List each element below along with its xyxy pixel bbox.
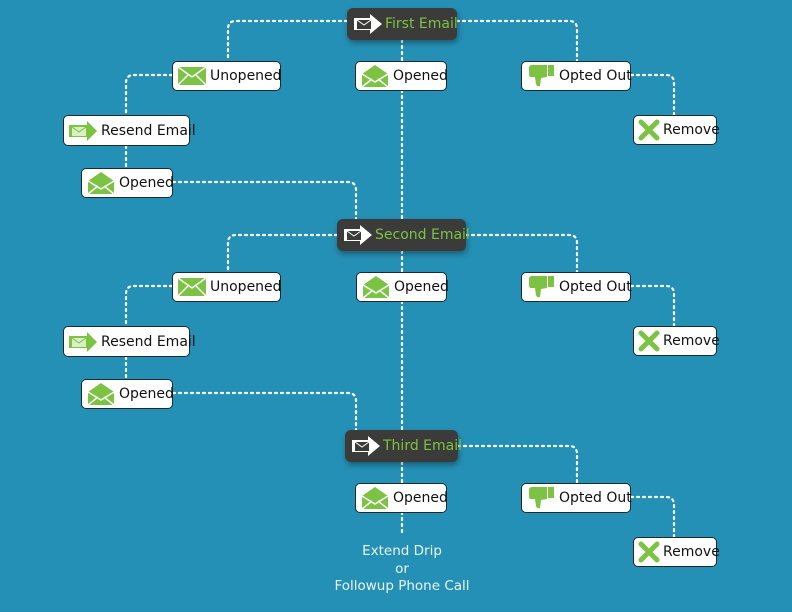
email-label: Second Email: [375, 227, 470, 243]
opened-node[interactable]: Opened: [356, 272, 449, 302]
connector: [455, 19, 579, 63]
x-icon: [638, 119, 660, 141]
opted-out-node[interactable]: Opted Out: [521, 483, 632, 513]
resend-email-node[interactable]: Resend Email: [63, 115, 196, 146]
open-envelope-icon: [360, 65, 390, 88]
node-label: Opted Out: [559, 490, 632, 506]
node-label: Opened: [393, 490, 448, 506]
opened-node[interactable]: Opened: [355, 483, 448, 513]
open-envelope-icon: [86, 172, 116, 195]
node-label: Remove: [663, 544, 720, 560]
open-envelope-icon: [361, 276, 391, 299]
node-label: Opened: [119, 175, 174, 191]
remove-node[interactable]: Remove: [633, 115, 720, 145]
resend-opened-node[interactable]: Opened: [81, 379, 174, 409]
x-icon: [638, 330, 660, 352]
thumbs-down-icon: [526, 276, 556, 298]
unopened-node[interactable]: Unopened: [172, 272, 282, 302]
node-label: Opted Out: [559, 68, 632, 84]
closed-envelope-icon: [177, 276, 207, 298]
node-label: Remove: [663, 122, 720, 138]
remove-node[interactable]: Remove: [633, 537, 720, 567]
resend-email-icon: [68, 120, 98, 142]
connector: [456, 444, 579, 485]
send-email-icon: [343, 224, 373, 246]
node-label: Opened: [394, 279, 449, 295]
email-label: Third Email: [383, 438, 463, 454]
connector: [629, 73, 676, 117]
opted-out-node[interactable]: Opted Out: [521, 61, 632, 91]
unopened-node[interactable]: Unopened: [172, 61, 282, 91]
node-label: Resend Email: [101, 333, 196, 350]
x-icon: [638, 541, 660, 563]
node-label: Opened: [119, 386, 174, 402]
connector-lines: [124, 19, 676, 539]
node-label: Opened: [393, 68, 448, 84]
thumbs-down-icon: [526, 65, 556, 87]
second-email-node[interactable]: Second Email: [337, 219, 470, 251]
node-label: Opted Out: [559, 279, 632, 295]
send-email-icon: [353, 13, 383, 35]
third-email-node[interactable]: Third Email: [345, 430, 462, 462]
resend-opened-node[interactable]: Opened: [81, 168, 174, 198]
node-label: Unopened: [210, 68, 282, 84]
open-envelope-icon: [360, 487, 390, 510]
node-label: Unopened: [210, 279, 282, 295]
final-outcome-text: Extend Drip or Followup Phone Call: [302, 543, 502, 596]
connector: [226, 19, 349, 63]
thumbs-down-icon: [526, 487, 556, 509]
node-label: Resend Email: [101, 122, 196, 139]
connector: [124, 73, 174, 117]
final-outcome-line: Extend Drip: [362, 543, 442, 559]
first-email-node[interactable]: First Email: [347, 8, 458, 40]
connector: [629, 284, 676, 328]
connector: [629, 495, 676, 539]
connector: [171, 180, 358, 221]
node-label: Remove: [663, 333, 720, 349]
final-outcome-line: Followup Phone Call: [334, 578, 470, 594]
connector: [124, 284, 174, 328]
email-label: First Email: [385, 16, 458, 32]
closed-envelope-icon: [177, 65, 207, 87]
send-email-icon: [351, 435, 381, 457]
open-envelope-icon: [86, 383, 116, 406]
remove-node[interactable]: Remove: [633, 326, 720, 356]
connector: [464, 233, 579, 274]
final-outcome-line: or: [395, 560, 409, 577]
opened-node[interactable]: Opened: [355, 61, 448, 91]
connector: [226, 233, 339, 274]
resend-email-icon: [68, 331, 98, 353]
connector: [171, 391, 358, 432]
resend-email-node[interactable]: Resend Email: [63, 326, 196, 357]
opted-out-node[interactable]: Opted Out: [521, 272, 632, 302]
